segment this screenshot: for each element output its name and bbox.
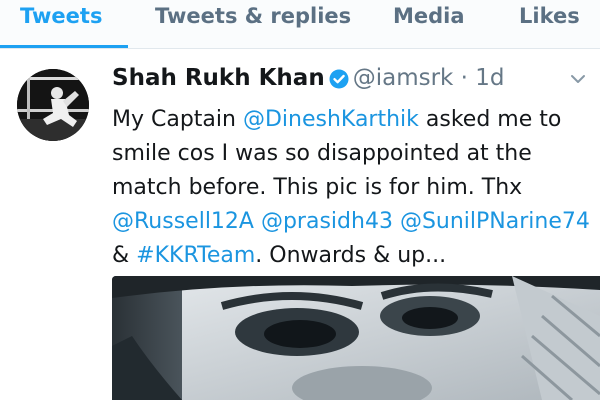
tweet-text: My Captain @DineshKarthik asked me to sm… (112, 103, 590, 273)
verified-badge-icon (329, 69, 349, 95)
text-segment: smile cos I was so disappointed at the (112, 141, 532, 166)
tweet-timestamp[interactable]: 1d (475, 65, 504, 91)
text-segment: asked me to (418, 107, 562, 132)
mention-link[interactable]: @prasidh43 (261, 209, 393, 234)
avatar[interactable] (17, 69, 89, 141)
tab-likes[interactable]: Likes (519, 0, 580, 48)
mention-link[interactable]: @SunilPNarine74 (400, 209, 590, 234)
profile-tabs: Tweets Tweets & replies Media Likes (0, 0, 600, 49)
tab-tweets[interactable]: Tweets (20, 0, 102, 48)
text-segment (393, 209, 400, 234)
tweet-line: & #KKRTeam. Onwards & up... (112, 239, 582, 273)
author-handle[interactable]: @iamsrk (353, 65, 454, 91)
tweet-line: My Captain @DineshKarthik asked me to (112, 103, 582, 137)
tweet-photo-image (112, 276, 600, 400)
text-segment: & (112, 243, 137, 268)
text-segment: . Onwards & up... (255, 243, 447, 268)
tweet-header: Shah Rukh Khan @iamsrk · 1d (112, 65, 582, 99)
tweet-line: smile cos I was so disappointed at the (112, 137, 582, 171)
tweet-line: match before. This pic is for him. Thx (112, 171, 582, 205)
active-tab-indicator (0, 45, 128, 48)
mention-link[interactable]: @DineshKarthik (243, 107, 419, 132)
separator-dot: · (460, 65, 468, 91)
tweet-photo[interactable] (112, 276, 600, 400)
tweet-line: @Russell12A @prasidh43 @SunilPNarine74 (112, 205, 590, 239)
text-segment: match before. This pic is for him. Thx (112, 175, 523, 200)
tab-media[interactable]: Media (393, 0, 465, 48)
tweet[interactable]: Shah Rukh Khan @iamsrk · 1d My Captain @D… (0, 49, 600, 400)
tab-tweets-and-replies[interactable]: Tweets & replies (155, 0, 351, 48)
author-name[interactable]: Shah Rukh Khan (112, 65, 325, 91)
text-segment (254, 209, 261, 234)
hashtag-link[interactable]: #KKRTeam (136, 243, 255, 268)
mention-link[interactable]: @Russell12A (112, 209, 254, 234)
chevron-down-icon[interactable] (568, 71, 588, 85)
avatar-photo (17, 69, 89, 141)
text-segment: My Captain (112, 107, 243, 132)
